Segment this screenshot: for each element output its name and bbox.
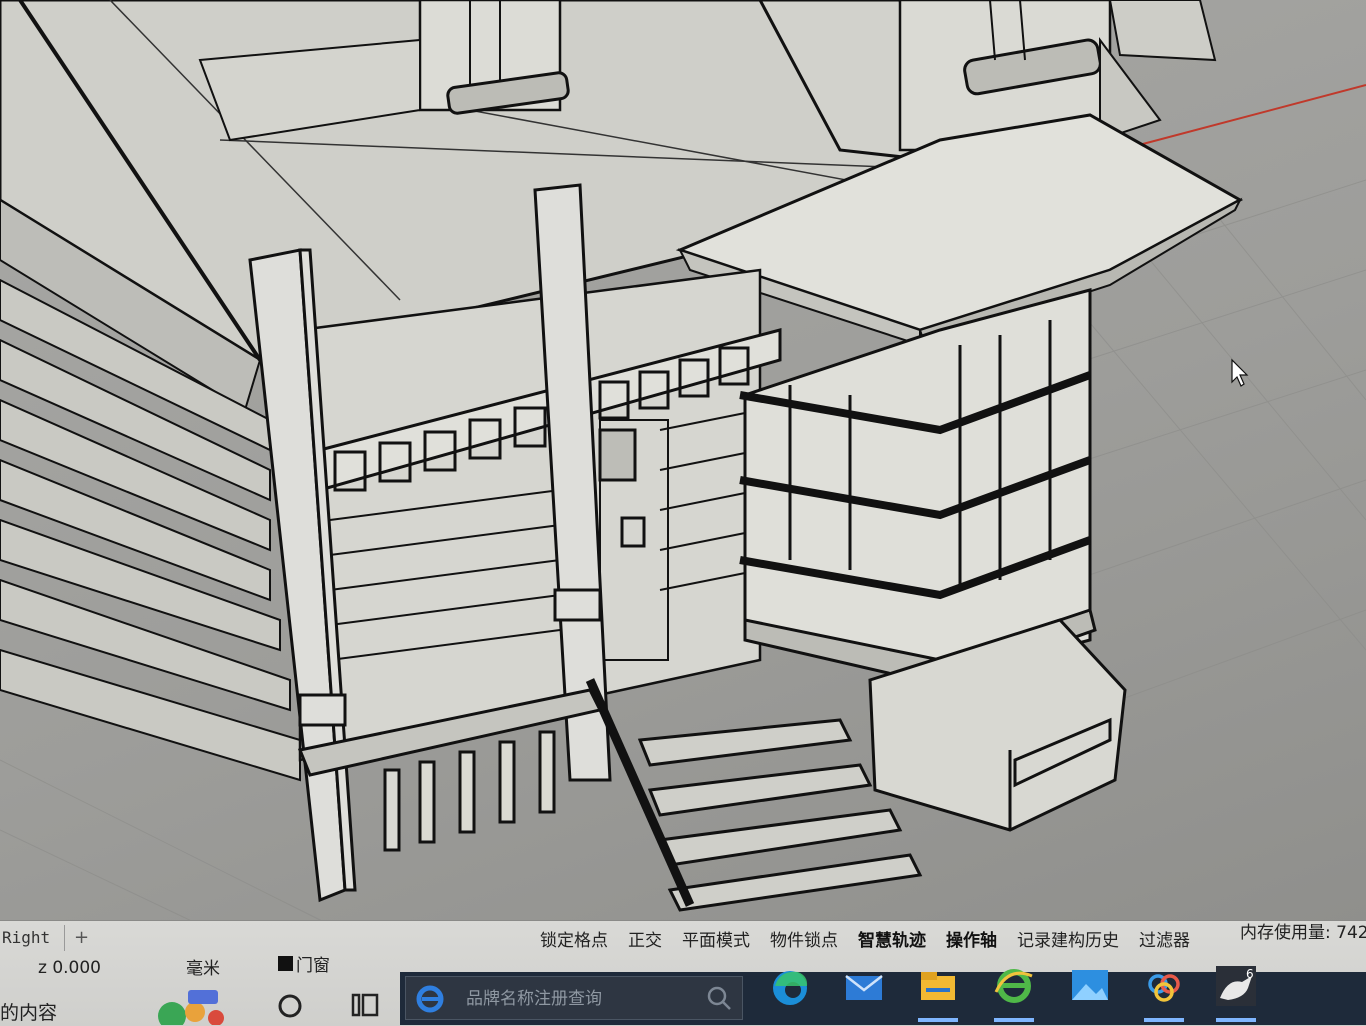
toggle-gumball[interactable]: 操作轴 bbox=[946, 926, 997, 951]
rhino-icon[interactable]: 6 bbox=[1212, 962, 1260, 1010]
layer-color-swatch bbox=[278, 956, 293, 971]
baidu-netdisk-icon[interactable] bbox=[1140, 962, 1188, 1010]
modeling-aids-bar: 锁定格点 正交 平面模式 物件锁点 智慧轨迹 操作轴 记录建构历史 过滤器 bbox=[540, 926, 1190, 951]
rhino-running-indicator bbox=[1216, 1018, 1256, 1022]
panel-partial-label: 的内容 bbox=[0, 1002, 58, 1024]
toggle-ortho[interactable]: 正交 bbox=[628, 926, 662, 951]
viewport-tab-right[interactable]: Right bbox=[0, 925, 65, 951]
layer-name: 门窗 bbox=[296, 956, 330, 976]
ie-search-icon bbox=[416, 985, 444, 1013]
cortana-circle-icon[interactable] bbox=[276, 992, 304, 1020]
search-icon[interactable] bbox=[706, 985, 732, 1011]
netdisk-running-indicator bbox=[1144, 1018, 1184, 1022]
toggle-grid-snap[interactable]: 锁定格点 bbox=[540, 926, 608, 951]
mouse-cursor-icon bbox=[1231, 358, 1249, 387]
memory-usage: 内存使用量: 742 bbox=[1240, 923, 1366, 943]
add-viewport-tab-button[interactable]: + bbox=[74, 927, 89, 948]
mail-icon[interactable] bbox=[840, 962, 888, 1010]
edge-icon[interactable] bbox=[766, 962, 814, 1010]
ie-running-indicator bbox=[994, 1018, 1034, 1022]
house-wireframe-model bbox=[0, 0, 1366, 925]
task-view-icon[interactable] bbox=[350, 990, 382, 1020]
ie-icon[interactable] bbox=[990, 962, 1038, 1010]
toggle-filter[interactable]: 过滤器 bbox=[1139, 926, 1190, 951]
search-input[interactable] bbox=[464, 983, 698, 1015]
taskbar-search-box[interactable] bbox=[405, 976, 743, 1020]
unit-display[interactable]: 毫米 bbox=[186, 954, 220, 979]
toggle-smarttrack[interactable]: 智慧轨迹 bbox=[858, 926, 926, 951]
widgets-icon[interactable] bbox=[150, 988, 230, 1025]
photos-icon[interactable] bbox=[1066, 962, 1114, 1010]
explorer-running-indicator bbox=[918, 1018, 958, 1022]
rhino-viewport-right[interactable] bbox=[0, 0, 1366, 925]
rhino-version-badge: 6 bbox=[1246, 967, 1254, 981]
current-layer[interactable]: 门窗 bbox=[278, 951, 330, 976]
file-explorer-icon[interactable] bbox=[914, 962, 962, 1010]
toggle-record-history[interactable]: 记录建构历史 bbox=[1017, 926, 1119, 951]
toggle-planar[interactable]: 平面模式 bbox=[682, 926, 750, 951]
toggle-osnap[interactable]: 物件锁点 bbox=[770, 926, 838, 951]
coordinate-readout: z 0.000 bbox=[38, 958, 101, 978]
